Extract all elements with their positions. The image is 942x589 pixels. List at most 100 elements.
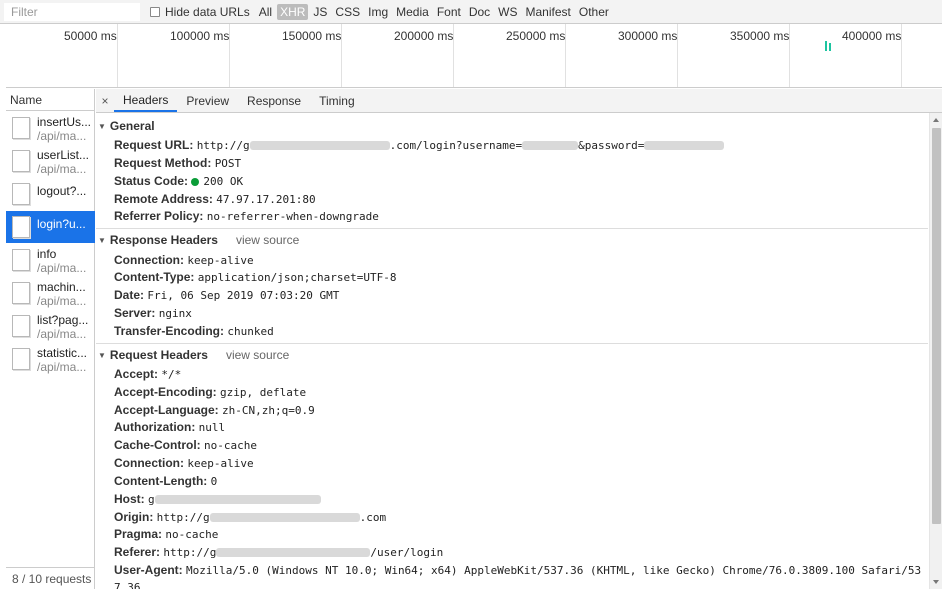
type-filter-ws[interactable]: WS: [495, 4, 520, 20]
request-headers-section-header[interactable]: ▼ Request Headers view source: [98, 348, 289, 362]
request-path: /api/ma...: [37, 261, 87, 275]
document-icon: [12, 315, 30, 337]
request-name: info: [37, 247, 57, 261]
request-row[interactable]: userList.../api/ma...: [6, 145, 95, 177]
header-key: Cache-Control:: [114, 438, 201, 452]
timeline-tick-label: 150000 ms: [282, 29, 342, 43]
document-icon: [12, 348, 30, 370]
scrollbar-thumb[interactable]: [932, 128, 941, 524]
header-value: no-cache: [165, 528, 219, 541]
type-filter-img[interactable]: Img: [365, 4, 391, 20]
request-name: list?pag...: [37, 313, 89, 327]
header-value: .com/login?username=: [389, 139, 523, 152]
response-header-row: Server: nginx: [114, 306, 192, 320]
request-name: login?u...: [37, 217, 86, 231]
network-filter-bar: Hide data URLs All XHR JS CSS Img Media …: [0, 0, 942, 24]
request-row-selected[interactable]: login?u...: [6, 211, 95, 243]
timeline-tick-label: 50000 ms: [64, 29, 117, 43]
type-filter-manifest[interactable]: Manifest: [523, 4, 574, 20]
request-detail-panel: × Headers Preview Response Timing ▼ Gene…: [96, 89, 942, 589]
response-header-row: Date: Fri, 06 Sep 2019 07:03:20 GMT: [114, 288, 339, 302]
timeline-request-bar: [829, 43, 831, 51]
header-value: zh-CN,zh;q=0.9: [222, 404, 315, 417]
header-key: Connection:: [114, 456, 184, 470]
document-icon: [12, 282, 30, 304]
request-row[interactable]: insertUs.../api/ma...: [6, 112, 95, 144]
request-header-row: Origin: http://g .com: [114, 510, 386, 524]
header-value: POST: [214, 157, 242, 170]
section-divider: [96, 228, 928, 229]
header-key: Remote Address:: [114, 192, 213, 206]
header-key: Referrer Policy:: [114, 209, 204, 223]
tab-timing[interactable]: Timing: [310, 89, 364, 112]
tab-headers[interactable]: Headers: [114, 89, 178, 112]
document-icon: [12, 183, 30, 205]
request-row[interactable]: info/api/ma...: [6, 244, 95, 276]
type-filter-xhr[interactable]: XHR: [277, 3, 309, 20]
redacted-text: [216, 548, 371, 557]
request-header-row: Referer: http://g/user/login: [114, 545, 443, 559]
header-key: Content-Type:: [114, 270, 195, 284]
scroll-down-icon[interactable]: [933, 580, 939, 584]
filter-input[interactable]: [4, 2, 140, 21]
resource-type-filters: All XHR JS CSS Img Media Font Doc WS Man…: [256, 3, 614, 20]
response-headers-section-header[interactable]: ▼ Response Headers view source: [98, 233, 299, 247]
request-row[interactable]: statistic.../api/ma...: [6, 343, 95, 375]
header-value: application/json;charset=UTF-8: [197, 271, 397, 284]
type-filter-other[interactable]: Other: [576, 4, 612, 20]
type-filter-font[interactable]: Font: [434, 4, 464, 20]
header-value: 200 OK: [203, 175, 244, 188]
close-icon[interactable]: ×: [96, 89, 114, 112]
request-header-row: Pragma: no-cache: [114, 527, 218, 541]
header-key: Status Code:: [114, 174, 189, 188]
request-row[interactable]: logout?...: [6, 178, 95, 210]
request-row[interactable]: list?pag.../api/ma...: [6, 310, 95, 342]
view-source-link[interactable]: view source: [236, 233, 299, 247]
remote-address-row: Remote Address: 47.97.17.201:80: [114, 192, 316, 206]
timeline-tick-label: 100000 ms: [170, 29, 230, 43]
network-overview-timeline[interactable]: 50000 ms 100000 ms 150000 ms 200000 ms 2…: [6, 24, 942, 88]
request-name: logout?...: [37, 184, 87, 198]
redacted-text: [644, 141, 725, 150]
header-value: &password=: [578, 139, 645, 152]
general-section-header[interactable]: ▼ General: [98, 119, 155, 133]
header-value: nginx: [158, 307, 192, 320]
header-key: User-Agent:: [114, 563, 183, 577]
header-value: gzip, deflate: [220, 386, 307, 399]
type-filter-js[interactable]: JS: [310, 4, 330, 20]
general-section-title: General: [109, 119, 155, 133]
header-value: null: [198, 421, 226, 434]
name-column-header[interactable]: Name: [6, 89, 95, 111]
tab-response[interactable]: Response: [238, 89, 310, 112]
timeline-tick-label: 200000 ms: [394, 29, 454, 43]
type-filter-all[interactable]: All: [256, 4, 275, 20]
document-icon: [12, 150, 30, 172]
header-value: .com: [359, 511, 387, 524]
request-name: insertUs...: [37, 115, 92, 129]
request-header-row: Connection: keep-alive: [114, 456, 254, 470]
scroll-up-icon[interactable]: [933, 118, 939, 122]
header-key: Referer:: [114, 545, 161, 559]
tab-preview[interactable]: Preview: [177, 89, 238, 112]
type-filter-doc[interactable]: Doc: [466, 4, 493, 20]
timeline-tick-label: 250000 ms: [506, 29, 566, 43]
vertical-scrollbar[interactable]: [929, 113, 942, 589]
request-path: /api/ma...: [37, 360, 87, 374]
view-source-link[interactable]: view source: [226, 348, 289, 362]
header-key: Request Method:: [114, 156, 212, 170]
request-url-row: Request URL: http://g .com/login?username…: [114, 138, 725, 152]
request-path: /api/ma...: [37, 327, 87, 341]
request-name: statistic...: [37, 346, 88, 360]
header-value: http://g: [156, 511, 210, 524]
header-value: 0: [210, 475, 218, 488]
hide-data-urls-toggle[interactable]: Hide data URLs: [150, 5, 250, 19]
type-filter-css[interactable]: CSS: [332, 4, 363, 20]
hide-data-urls-checkbox[interactable]: [150, 6, 160, 17]
request-row[interactable]: machin.../api/ma...: [6, 277, 95, 309]
hide-data-urls-label: Hide data URLs: [165, 4, 250, 19]
header-key: Host:: [114, 492, 145, 506]
referrer-policy-row: Referrer Policy: no-referrer-when-downgr…: [114, 209, 379, 223]
response-headers-title: Response Headers: [109, 233, 218, 247]
type-filter-media[interactable]: Media: [393, 4, 432, 20]
header-key: Content-Length:: [114, 474, 208, 488]
